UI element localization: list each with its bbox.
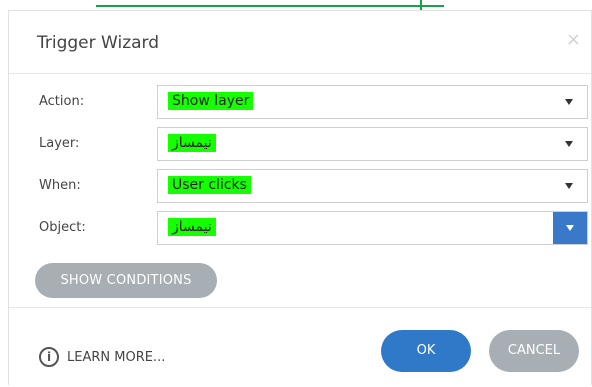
show-conditions-button[interactable]: SHOW CONDITIONS [35,263,217,298]
trigger-wizard-dialog: Trigger Wizard × Action: Show layer Laye… [8,10,592,387]
cancel-button[interactable]: CANCEL [489,330,579,372]
layer-row: Layer: نیمساز [9,127,591,163]
close-icon[interactable]: × [566,29,581,50]
learn-more-link[interactable]: i LEARN MORE... [39,345,165,369]
layer-value: نیمساز [168,134,216,152]
dialog-header: Trigger Wizard × [9,11,591,74]
action-label: Action: [39,94,85,109]
object-select[interactable]: نیمساز [157,211,588,245]
layer-label: Layer: [39,136,80,151]
layer-select[interactable]: نیمساز [157,127,588,161]
action-select[interactable]: Show layer [157,85,588,119]
when-row: When: User clicks [9,169,591,205]
object-dropdown-button[interactable] [553,212,587,244]
chevron-down-icon [565,141,573,147]
when-value: User clicks [168,176,251,194]
object-row: Object: نیمساز [9,211,591,247]
action-row: Action: Show layer [9,85,591,121]
action-value: Show layer [168,92,254,110]
top-green-line [96,5,444,7]
object-value: نیمساز [168,218,216,236]
chevron-down-icon [566,225,574,231]
object-label: Object: [39,220,86,235]
chevron-down-icon [565,99,573,105]
when-select[interactable]: User clicks [157,169,588,203]
learn-more-label: LEARN MORE... [67,349,166,365]
when-label: When: [39,178,81,193]
chevron-down-icon [565,183,573,189]
dialog-title: Trigger Wizard [37,33,160,53]
ok-button[interactable]: OK [381,330,471,372]
info-icon: i [39,347,59,367]
